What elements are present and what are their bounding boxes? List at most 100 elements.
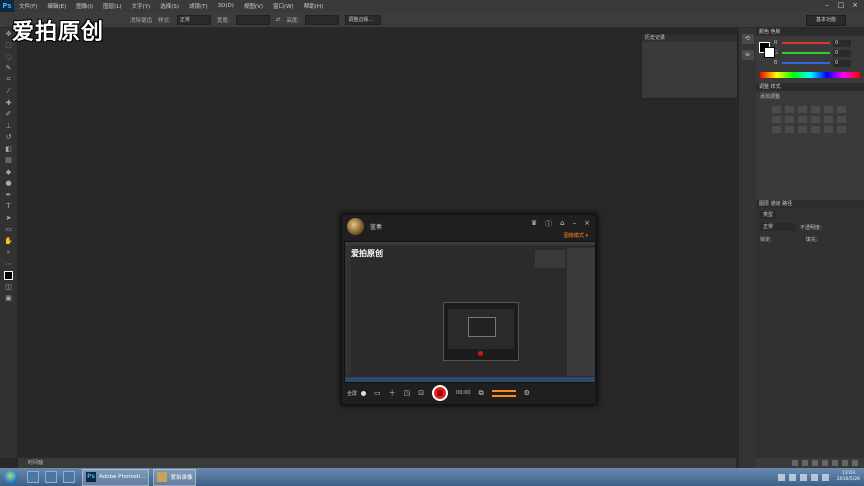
timeline-bar[interactable]: 时间轴 [18, 458, 736, 468]
crosshair-icon[interactable]: ＋ [389, 388, 396, 398]
dodge-tool-icon[interactable]: ● [0, 178, 17, 190]
bw-icon[interactable] [785, 116, 794, 123]
blur-tool-icon[interactable]: ◆ [0, 166, 17, 178]
layers-panel-tabs[interactable]: 图层 通道 路径 [756, 200, 864, 208]
menu-view[interactable]: 视图(V) [239, 2, 268, 10]
invert-icon[interactable] [837, 116, 846, 123]
mic-volume-slider[interactable] [491, 389, 516, 392]
history-dock-icon[interactable]: ⟲ [741, 34, 754, 44]
levels-icon[interactable] [785, 106, 794, 113]
clock[interactable]: 13:03 2016/5/26 [837, 471, 860, 483]
crop-tool-icon[interactable]: ⌗ [0, 74, 17, 86]
start-button[interactable] [4, 470, 18, 484]
red-slider[interactable] [782, 42, 830, 44]
blend-mode-select[interactable]: 正常 [760, 223, 796, 231]
hsl-icon[interactable] [837, 106, 846, 113]
style-select[interactable]: 正常 [176, 14, 211, 25]
fullscreen-radio[interactable] [361, 390, 367, 396]
minimize-button[interactable]: – [822, 1, 832, 10]
background-color-swatch[interactable] [764, 47, 775, 58]
link-layers-icon[interactable] [792, 460, 798, 466]
tray-icon-1[interactable] [777, 473, 785, 481]
history-brush-icon[interactable]: ↺ [0, 132, 17, 144]
screen-mode-icon[interactable]: ▣ [0, 293, 17, 305]
ie-pinned-icon[interactable] [27, 471, 39, 483]
recorder-close-button[interactable]: × [584, 219, 590, 229]
antialias-checkbox[interactable]: 消除锯齿 [130, 16, 152, 24]
region-select-icon[interactable]: ◳ [404, 389, 411, 397]
home-icon[interactable]: ⌂ [560, 219, 564, 229]
gradient-tool-icon[interactable]: ▤ [0, 155, 17, 167]
channel-mixer-icon[interactable] [811, 116, 820, 123]
new-layer-icon[interactable] [842, 460, 848, 466]
mask-icon[interactable] [812, 460, 818, 466]
refine-edge-button[interactable]: 调整边缘... [345, 14, 382, 25]
quick-mask-icon[interactable]: ◫ [0, 281, 17, 293]
height-field[interactable] [305, 14, 340, 25]
layer-style-icon[interactable] [802, 460, 808, 466]
blue-slider-row[interactable]: B 0 [756, 58, 864, 68]
pen-tool-icon[interactable]: ✒ [0, 189, 17, 201]
more-tools-icon[interactable]: ⋯ [0, 258, 17, 270]
system-volume-slider[interactable] [491, 394, 516, 397]
tray-icon-3[interactable] [799, 473, 807, 481]
window-capture-icon[interactable]: ▭ [374, 389, 381, 397]
green-slider[interactable] [782, 52, 830, 54]
menu-edit[interactable]: 编辑(E) [42, 2, 71, 10]
layer-kind-select[interactable]: 类型 [760, 211, 777, 219]
zoom-tool-icon[interactable]: ⌕ [0, 247, 17, 259]
workspace-select[interactable]: 基本功能 [806, 15, 846, 26]
shape-tool-icon[interactable]: ▭ [0, 224, 17, 236]
gradient-map-icon[interactable] [798, 126, 807, 133]
threshold-icon[interactable] [785, 126, 794, 133]
healing-tool-icon[interactable]: ✚ [0, 97, 17, 109]
taskbar-recorder[interactable]: 爱拍录像 [153, 468, 197, 486]
menu-image[interactable]: 图像(I) [71, 2, 98, 10]
webcam-icon[interactable]: ⊡ [418, 389, 424, 397]
menu-3d[interactable]: 3D(D) [213, 3, 239, 9]
menu-window[interactable]: 窗口(W) [268, 2, 299, 10]
brightness-icon[interactable] [772, 106, 781, 113]
adjustment-layer-icon[interactable] [822, 460, 828, 466]
taskbar-photoshop[interactable]: Ps Adobe Photosh... [82, 468, 150, 486]
color-panel-tabs[interactable]: 颜色 色板 [756, 28, 864, 36]
color-balance-icon[interactable] [772, 116, 781, 123]
red-value[interactable]: 0 [833, 39, 851, 47]
menu-select[interactable]: 选择(S) [155, 2, 184, 10]
settings-gear-icon[interactable]: ⚙ [524, 389, 530, 397]
group-icon[interactable] [832, 460, 838, 466]
blue-slider[interactable] [782, 62, 830, 64]
exposure-icon[interactable] [811, 106, 820, 113]
media-pinned-icon[interactable] [63, 471, 75, 483]
variations-icon[interactable] [837, 126, 846, 133]
screen-recorder-window[interactable]: 蓝奏 ♛ ⓘ ⌂ – × 图像模式 ▾ 爱拍原创 全屏 ▭ ＋ ◳ ⊡ 00:0… [341, 214, 597, 405]
adjust-panel-tabs[interactable]: 调整 样式 [756, 83, 864, 91]
swap-icon[interactable]: ⇄ [276, 17, 281, 23]
menu-help[interactable]: 帮助(H) [299, 2, 328, 10]
photo-filter-icon[interactable] [798, 116, 807, 123]
menu-file[interactable]: 文件(F) [14, 2, 42, 10]
selective-color-icon[interactable] [811, 126, 820, 133]
maximize-button[interactable]: □ [836, 1, 846, 10]
menu-layer[interactable]: 图层(L) [98, 2, 126, 10]
posterize-icon[interactable] [772, 126, 781, 133]
record-button[interactable] [432, 385, 449, 401]
vibrance-icon[interactable] [824, 106, 833, 113]
close-button[interactable]: × [850, 1, 860, 10]
properties-dock-icon[interactable]: ≡ [741, 50, 754, 60]
color-spectrum[interactable] [760, 72, 860, 78]
explorer-pinned-icon[interactable] [45, 471, 57, 483]
path-select-icon[interactable]: ➤ [0, 212, 17, 224]
shadow-icon[interactable] [824, 126, 833, 133]
avatar[interactable] [347, 217, 364, 235]
quick-select-tool-icon[interactable]: ✎ [0, 63, 17, 75]
crown-icon[interactable]: ♛ [531, 219, 537, 229]
menu-type[interactable]: 文字(Y) [127, 2, 156, 10]
stamp-tool-icon[interactable]: ⊥ [0, 120, 17, 132]
eyedropper-tool-icon[interactable]: ⁄ [0, 86, 17, 98]
recording-mode-dropdown[interactable]: 图像模式 ▾ [564, 232, 588, 239]
color-lookup-icon[interactable] [824, 116, 833, 123]
hand-tool-icon[interactable]: ✋ [0, 235, 17, 247]
delete-layer-icon[interactable] [852, 460, 858, 466]
eraser-tool-icon[interactable]: ◧ [0, 143, 17, 155]
